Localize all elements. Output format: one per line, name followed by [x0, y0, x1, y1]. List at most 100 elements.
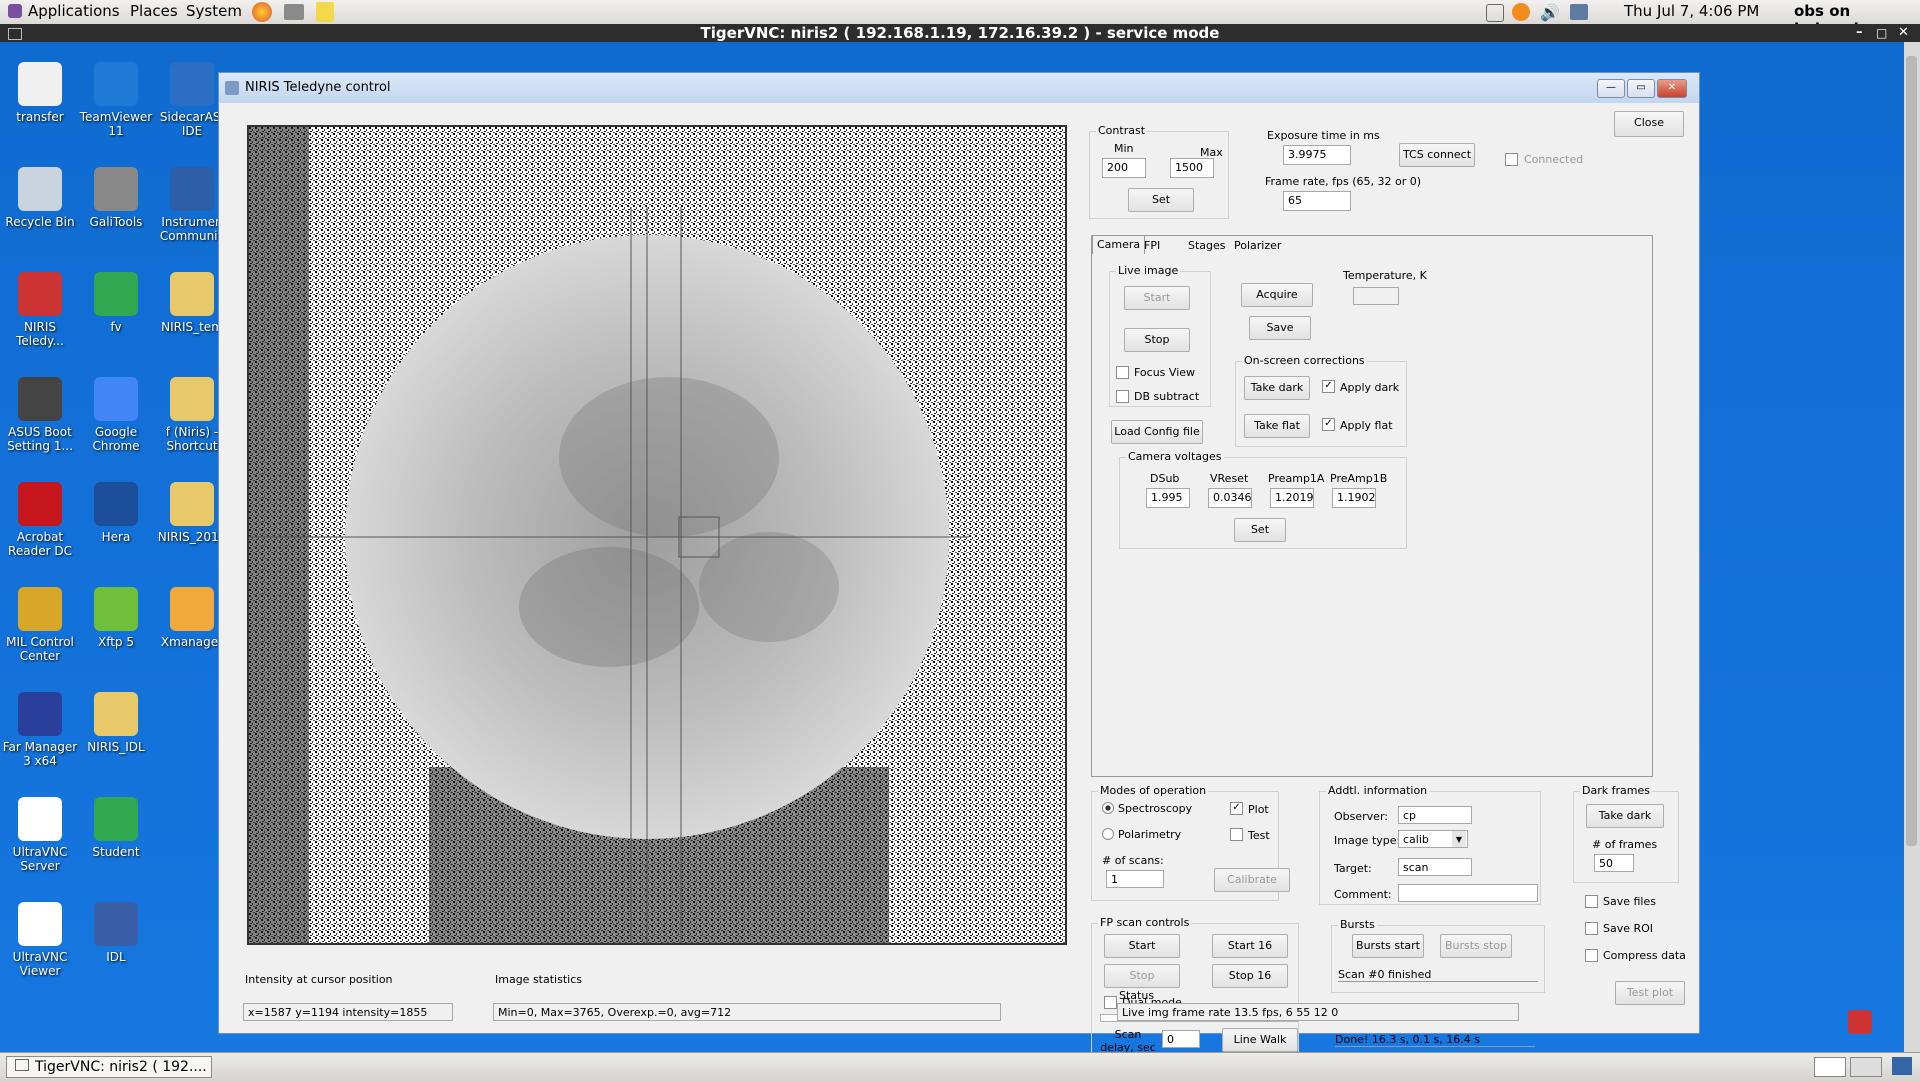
taskbar-vnc-item[interactable]: TigerVNC: niris2 ( 192.... — [6, 1056, 212, 1078]
polarimetry-radio[interactable] — [1102, 828, 1114, 840]
app-maximize-button[interactable]: ▭ — [1627, 79, 1655, 98]
contrast-set-button[interactable]: Set — [1128, 188, 1194, 212]
tcs-connect-button[interactable]: TCS connect — [1399, 143, 1475, 167]
load-config-button[interactable]: Load Config file — [1111, 420, 1203, 444]
fp-start-button[interactable]: Start — [1104, 934, 1180, 958]
tab-fpi[interactable]: FPI — [1140, 237, 1164, 255]
menu-places[interactable]: Places — [130, 2, 178, 20]
desktop-icon[interactable]: Xftp 5 — [78, 587, 154, 649]
desktop-icon[interactable]: Acrobat Reader DC — [2, 482, 78, 558]
observer-input[interactable]: cp — [1398, 806, 1472, 824]
desktop-icon[interactable]: Student — [78, 797, 154, 859]
target-input[interactable]: scan — [1398, 858, 1472, 876]
live-image-view[interactable] — [247, 125, 1067, 945]
workspace-2[interactable] — [1850, 1057, 1882, 1077]
tray-icon[interactable] — [1486, 4, 1504, 22]
desktop-icon[interactable]: GaliTools — [78, 167, 154, 229]
scan-delay-input[interactable]: 0 — [1162, 1030, 1200, 1048]
bursts-stop-button[interactable]: Bursts stop — [1440, 934, 1512, 958]
save-files-checkbox[interactable] — [1585, 895, 1598, 908]
desktop-icon[interactable]: Google Chrome — [78, 377, 154, 453]
mail-icon[interactable] — [284, 4, 304, 20]
vnc-close-icon[interactable]: ✕ — [1898, 24, 1909, 42]
bursts-start-button[interactable]: Bursts start — [1352, 934, 1424, 958]
desktop-icon[interactable]: NIRIS Teledy... — [2, 272, 78, 348]
connected-checkbox[interactable] — [1505, 153, 1518, 166]
preamp1a-input[interactable]: 1.2019 — [1270, 488, 1314, 508]
menu-system[interactable]: System — [186, 2, 242, 20]
spectroscopy-radio[interactable] — [1102, 802, 1114, 814]
contrast-min-input[interactable]: 200 — [1102, 158, 1146, 178]
fp-stop-button[interactable]: Stop — [1104, 964, 1180, 988]
update-icon[interactable] — [1512, 3, 1530, 21]
acquire-button[interactable]: Acquire — [1241, 283, 1313, 307]
desktop-icon[interactable]: UltraVNC Viewer — [2, 902, 78, 978]
apply-dark-checkbox[interactable]: ✓ — [1322, 380, 1335, 393]
tab-camera[interactable]: Camera — [1092, 235, 1146, 254]
show-desktop-icon[interactable] — [1892, 1057, 1912, 1075]
fp-start16-button[interactable]: Start 16 — [1212, 934, 1288, 958]
take-flat-button[interactable]: Take flat — [1244, 414, 1310, 438]
take-dark-button[interactable]: Take dark — [1244, 376, 1310, 400]
text-editor-icon[interactable] — [316, 2, 334, 22]
line-walk-button[interactable]: Line Walk — [1222, 1028, 1298, 1052]
niris-tray-icon[interactable] — [1848, 1010, 1872, 1034]
fp-stop16-button[interactable]: Stop 16 — [1212, 964, 1288, 988]
exposure-input[interactable]: 3.9975 — [1283, 145, 1351, 165]
plot-checkbox[interactable]: ✓ — [1230, 802, 1243, 815]
save-button[interactable]: Save — [1249, 316, 1311, 340]
desktop-icon[interactable]: Recycle Bin — [2, 167, 78, 229]
app-minimize-button[interactable]: — — [1597, 79, 1625, 98]
preamp1b-input[interactable]: 1.1902 — [1332, 488, 1376, 508]
close-button[interactable]: Close — [1614, 111, 1684, 137]
app-close-button[interactable]: ✕ — [1657, 79, 1687, 98]
desktop-icon[interactable]: Far Manager 3 x64 — [2, 692, 78, 768]
dark-frames-take-dark-button[interactable]: Take dark — [1586, 804, 1664, 828]
voltages-set-button[interactable]: Set — [1234, 518, 1286, 542]
comment-input[interactable] — [1398, 884, 1538, 902]
chevron-down-icon[interactable]: ▼ — [1452, 831, 1466, 847]
vnc-menu-icon[interactable] — [8, 28, 22, 40]
compress-data-checkbox[interactable] — [1585, 949, 1598, 962]
test-plot-button[interactable]: Test plot — [1615, 981, 1685, 1005]
volume-icon[interactable]: 🔊 — [1540, 3, 1560, 22]
desktop-icon[interactable]: Hera — [78, 482, 154, 544]
scrollbar-thumb[interactable] — [1906, 56, 1917, 846]
desktop-icon[interactable]: transfer — [2, 62, 78, 124]
test-checkbox[interactable] — [1230, 828, 1243, 841]
desktop-icon[interactable]: fv — [78, 272, 154, 334]
dual-mode-checkbox[interactable] — [1104, 996, 1117, 1009]
apply-flat-checkbox[interactable]: ✓ — [1322, 418, 1335, 431]
desktop-icon[interactable]: UltraVNC Server — [2, 797, 78, 873]
desktop-icon[interactable]: ASUS Boot Setting 1... — [2, 377, 78, 453]
vnc-minimize-icon[interactable]: – — [1856, 24, 1863, 42]
vnc-maximize-icon[interactable]: □ — [1876, 24, 1887, 42]
desktop-icon[interactable]: NIRIS_IDL — [78, 692, 154, 754]
calibrate-button[interactable]: Calibrate — [1214, 868, 1290, 892]
tab-polarizer[interactable]: Polarizer — [1230, 237, 1285, 255]
workspace-1[interactable] — [1814, 1057, 1846, 1077]
contrast-max-input[interactable]: 1500 — [1170, 158, 1214, 178]
clock[interactable]: Thu Jul 7, 4:06 PM — [1624, 2, 1759, 20]
focus-view-checkbox[interactable] — [1116, 366, 1129, 379]
firefox-icon[interactable] — [252, 2, 272, 22]
tab-stages[interactable]: Stages — [1184, 237, 1230, 255]
dsub-input[interactable]: 1.995 — [1146, 488, 1190, 508]
network-icon[interactable] — [1570, 4, 1588, 20]
menu-applications[interactable]: Applications — [28, 2, 120, 20]
frames-input[interactable]: 50 — [1594, 854, 1634, 872]
vreset-input[interactable]: 0.0346 — [1208, 488, 1252, 508]
scans-input[interactable]: 1 — [1106, 870, 1164, 888]
image-type-select[interactable]: calib ▼ — [1398, 830, 1468, 848]
save-roi-checkbox[interactable] — [1585, 922, 1598, 935]
db-subtract-checkbox[interactable] — [1116, 390, 1129, 403]
desktop-icon[interactable]: IDL — [78, 902, 154, 964]
vertical-scrollbar[interactable] — [1904, 42, 1920, 1052]
frame-rate-input[interactable]: 65 — [1283, 191, 1351, 211]
solar-image[interactable] — [249, 127, 1065, 943]
desktop-icon[interactable]: TeamViewer 11 — [78, 62, 154, 138]
desktop-icon[interactable]: MIL Control Center — [2, 587, 78, 663]
live-stop-button[interactable]: Stop — [1124, 328, 1190, 352]
live-start-button[interactable]: Start — [1124, 286, 1190, 310]
exposure-label: Exposure time in ms — [1267, 129, 1380, 142]
